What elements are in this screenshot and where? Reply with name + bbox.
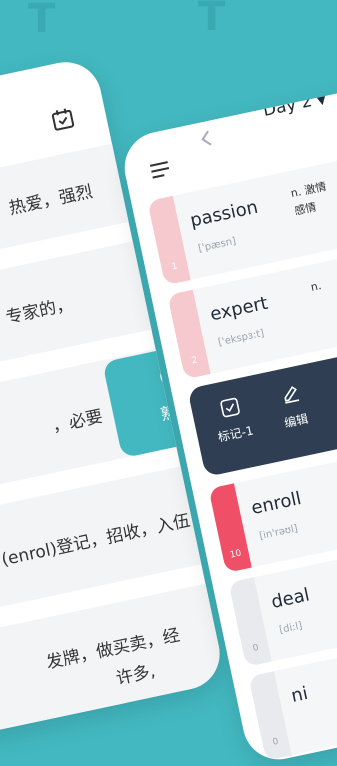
edit-button[interactable]: 编辑: [277, 383, 310, 431]
menu-icon[interactable]: [149, 160, 174, 184]
mark-minus-one-button[interactable]: 标记-1: [211, 395, 255, 446]
word-row[interactable]: 1 passion ['pæsn] n. 激情 感情: [147, 132, 337, 286]
mark-minus-one-label: 标记-1: [216, 423, 255, 445]
review-count-strip: 2: [167, 289, 211, 380]
caret-down-icon: ▼: [316, 93, 328, 108]
word-phonetic: [in'rəʊl]: [258, 523, 299, 543]
logo-watermark: T: [198, 0, 226, 40]
review-count-strip: 10: [208, 483, 252, 573]
word-text: enroll: [249, 488, 304, 520]
logo-watermark: T: [28, 0, 56, 42]
review-count-strip: 1: [147, 195, 191, 286]
edit-label: 编辑: [283, 411, 310, 431]
word-meaning: n.: [309, 279, 323, 294]
list-item-text: 许多,: [114, 661, 158, 690]
list-item-text: v. (enrol)登记，招收，入伍: [0, 510, 192, 575]
word-text: ni: [289, 682, 310, 707]
check-square-icon: [211, 395, 251, 425]
calendar-check-icon[interactable]: [49, 105, 78, 137]
list-item-text: 行家；a. 专家的，: [0, 294, 75, 344]
edit-icon: [277, 383, 305, 410]
day-label: Day 2: [261, 91, 314, 121]
word-meaning: n. 激情 感情: [289, 179, 328, 218]
review-count-strip: 0: [248, 671, 292, 761]
word-phonetic: ['ekspɜ:t]: [217, 327, 266, 349]
word-phonetic: [di:l]: [278, 620, 304, 637]
day-selector[interactable]: Day 2 ▼: [261, 88, 327, 121]
word-text: expert: [208, 292, 270, 326]
review-count-strip: 0: [228, 577, 272, 667]
word-text: deal: [269, 584, 312, 613]
list-item-text: 热爱，强烈: [7, 181, 95, 220]
word-text: passion: [188, 196, 260, 232]
word-phonetic: ['pæsn]: [197, 235, 238, 255]
list-item-text: ，必要: [50, 406, 105, 437]
chevron-left-icon[interactable]: [198, 129, 214, 153]
